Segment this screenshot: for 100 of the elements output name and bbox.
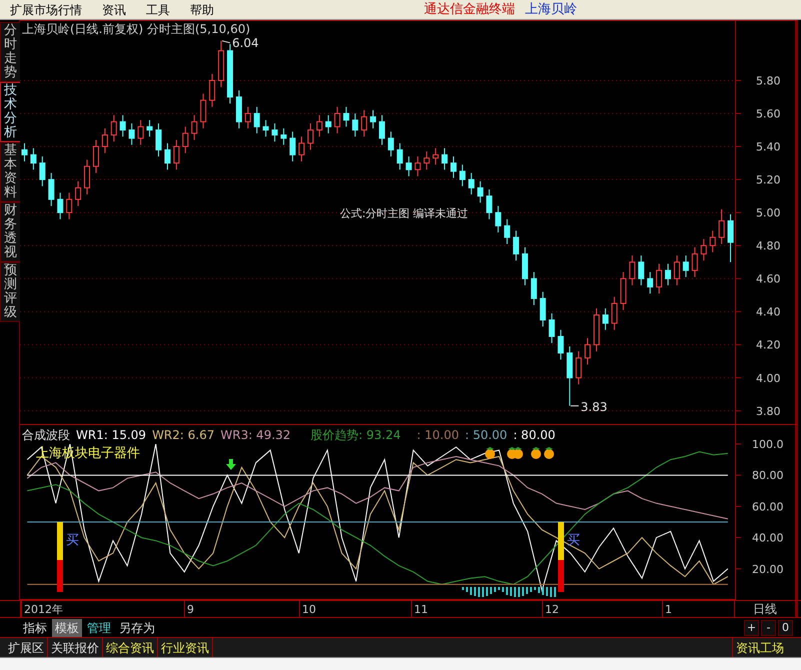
candlestick [21, 142, 28, 162]
candlestick [548, 312, 555, 344]
terminal-name: 通达信金融终端 [424, 0, 515, 19]
menu-item[interactable]: 资讯 [102, 0, 126, 18]
axis-label: 5.40 [756, 140, 780, 154]
candlestick [450, 156, 456, 178]
candlestick [290, 131, 296, 162]
date-axis-label: 12 [545, 602, 559, 616]
fruit-icon [485, 447, 495, 459]
candlestick [495, 205, 502, 233]
candlestick [120, 114, 126, 138]
candlestick [442, 148, 448, 170]
candlestick [298, 136, 305, 162]
candlestick [173, 139, 180, 170]
axis-label: 5.20 [756, 174, 780, 187]
axis-label: 5.60 [756, 108, 780, 120]
zoom-button[interactable]: - [761, 620, 776, 636]
axis-label: 5.00 [756, 206, 780, 220]
candlestick [343, 106, 350, 128]
date-axis-label: 9 [187, 602, 194, 616]
candlestick [110, 114, 117, 142]
candlestick [566, 346, 573, 406]
menu-item[interactable]: 扩展市场行情 [10, 0, 82, 18]
candlestick [316, 114, 322, 138]
candlestick [682, 255, 689, 278]
candlestick [164, 142, 170, 170]
candlestick [664, 263, 671, 286]
indicator-value: WR2: 6.67 [152, 428, 214, 442]
fruit-icon [544, 447, 554, 459]
axis-label: 4.40 [756, 306, 780, 319]
buy-signal-drawing [57, 522, 63, 592]
date-axis-label: 1 [665, 602, 672, 616]
candlestick [138, 120, 144, 146]
axis-label: 20.00 [752, 562, 784, 576]
candlestick [728, 214, 734, 263]
menu-item[interactable]: 帮助 [190, 0, 214, 18]
candlestick [92, 139, 99, 174]
candlestick [477, 180, 484, 204]
side-tab[interactable]: 分时走势 [0, 22, 20, 82]
candlestick [48, 172, 54, 206]
date-axis-label: 10 [302, 602, 316, 616]
candlestick [236, 90, 242, 129]
buy-signal-drawing [558, 522, 564, 592]
high-price-label: 6.04 [232, 36, 259, 50]
side-tab[interactable]: 财务透视 [0, 202, 20, 262]
candlestick [307, 122, 314, 150]
candlestick [459, 164, 466, 187]
candlestick [593, 308, 600, 352]
candlestick [334, 106, 340, 134]
candlestick [611, 296, 618, 330]
candlestick [272, 122, 278, 142]
candlestick [558, 329, 564, 360]
buy-label: 买 [66, 533, 79, 548]
axis-label: 4.80 [756, 240, 780, 253]
zoom-button[interactable]: + [744, 620, 759, 636]
indicator-value: 股价趋势: 93.24 [310, 428, 401, 442]
toolbar-tab[interactable]: 模板 [52, 618, 82, 636]
candlestick [674, 255, 680, 286]
side-tab[interactable]: 预测评级 [0, 262, 20, 322]
candlestick [325, 114, 332, 134]
candlestick [522, 246, 528, 286]
candlestick [700, 238, 707, 261]
indicator-value: : 80.00 [513, 428, 556, 442]
zoom-button[interactable]: 0 [778, 620, 793, 636]
indicator-value: WR3: 49.32 [220, 428, 291, 442]
axis-label: 4.20 [756, 338, 780, 352]
candlestick [424, 150, 430, 170]
candlestick [718, 208, 725, 244]
candlestick [530, 272, 537, 306]
candlestick [84, 159, 90, 195]
formula-error-message: 公式:分时主图 编译未通过 [340, 207, 468, 220]
candlestick [209, 73, 216, 108]
axis-label: 100.0 [752, 438, 784, 451]
candlestick [191, 114, 198, 140]
candlestick [504, 218, 510, 244]
candlestick [414, 156, 421, 177]
side-tab[interactable]: 技术分析 [0, 82, 20, 142]
candlestick [102, 128, 108, 154]
axis-label: 4.60 [756, 272, 780, 286]
date-axis-label: 2012年 [24, 602, 63, 616]
buy-label: 买 [567, 533, 580, 548]
menu-item[interactable]: 工具 [146, 0, 170, 18]
candlestick [66, 192, 72, 220]
candlestick [156, 122, 162, 157]
candlestick [576, 350, 582, 385]
candlestick [244, 106, 251, 129]
indicator-name: 合成波段 [22, 428, 70, 442]
indicator-value: : 50.00 [464, 428, 508, 442]
candlestick [352, 113, 358, 138]
axis-label: 40.00 [752, 532, 784, 545]
candlestick [200, 93, 206, 129]
side-tab[interactable]: 基本资料 [0, 142, 20, 202]
candlestick [254, 106, 260, 134]
indicator-value: : 10.00 [416, 428, 459, 442]
period-label: 日线 [753, 602, 777, 616]
candlestick [629, 255, 636, 286]
candlestick [638, 255, 644, 286]
candlestick [692, 246, 698, 278]
candlestick [361, 110, 368, 138]
chart-title: 上海贝岭(日线.前复权) 分时主图(5,10,60) [22, 22, 250, 36]
